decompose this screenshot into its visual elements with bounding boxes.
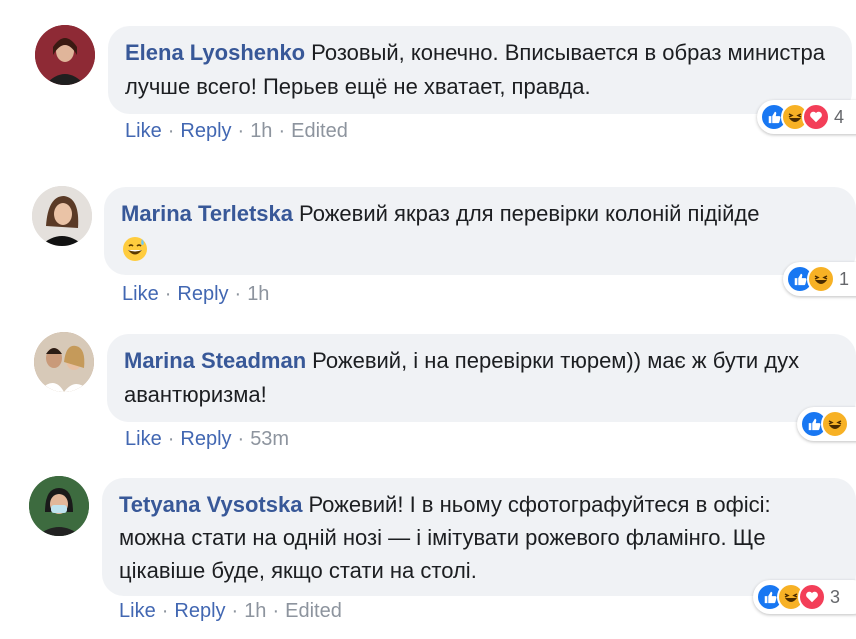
- reactions-summary[interactable]: 4: [757, 100, 856, 134]
- comment-text-block: Elena Lyoshenko Розовый, конечно. Вписыва…: [125, 36, 830, 104]
- comment-time[interactable]: 53m: [250, 428, 289, 450]
- separator: ·: [237, 120, 245, 142]
- haha-reaction-icon: [807, 265, 835, 293]
- comment-actions: Like · Reply · 1h · Edited: [119, 600, 342, 623]
- avatar-photo: [34, 332, 94, 392]
- comment-bubble: Marina Terletska Рожевий якраз для переві…: [104, 187, 856, 275]
- comment-text-block: Marina Steadman Рожевий, і на перевірки т…: [124, 344, 834, 412]
- avatar-photo: [32, 186, 92, 246]
- comment-actions: Like · Reply · 1h · Edited: [125, 120, 348, 143]
- love-reaction-icon: [802, 103, 830, 131]
- comment-bubble: Elena Lyoshenko Розовый, конечно. Вписыва…: [108, 26, 852, 114]
- love-reaction-icon: [798, 583, 826, 611]
- reply-link[interactable]: Reply: [180, 428, 231, 450]
- like-link[interactable]: Like: [125, 120, 162, 142]
- edited-label[interactable]: Edited: [291, 120, 348, 142]
- comment-actions: Like · Reply · 53m: [125, 428, 289, 451]
- separator: ·: [161, 600, 169, 622]
- comment-author[interactable]: Tetyana Vysotska: [119, 492, 302, 517]
- avatar-photo: [29, 476, 89, 536]
- separator: ·: [167, 120, 175, 142]
- reaction-count[interactable]: 4: [834, 107, 844, 128]
- like-link[interactable]: Like: [119, 600, 156, 622]
- reaction-count[interactable]: 3: [830, 587, 840, 608]
- like-link[interactable]: Like: [125, 428, 162, 450]
- comment-author[interactable]: Marina Steadman: [124, 348, 306, 373]
- edited-label[interactable]: Edited: [285, 600, 342, 622]
- comment-bubble: Tetyana Vysotska Рожевий! І в ньому сфото…: [102, 478, 856, 596]
- reactions-summary[interactable]: [797, 407, 856, 441]
- separator: ·: [278, 120, 286, 142]
- haha-reaction-icon: [821, 410, 849, 438]
- comment-author[interactable]: Elena Lyoshenko: [125, 40, 305, 65]
- like-link[interactable]: Like: [122, 283, 159, 305]
- avatar[interactable]: [35, 25, 95, 85]
- comment-text-block: Tetyana Vysotska Рожевий! І в ньому сфото…: [119, 488, 834, 587]
- reactions-summary[interactable]: 1: [783, 262, 856, 296]
- avatar[interactable]: [32, 186, 92, 246]
- comment-actions: Like · Reply · 1h: [122, 283, 269, 306]
- separator: ·: [272, 600, 280, 622]
- comment-text: Рожевий якраз для перевірки колоній піді…: [299, 201, 760, 226]
- reactions-summary[interactable]: 3: [753, 580, 856, 614]
- reply-link[interactable]: Reply: [174, 600, 225, 622]
- avatar[interactable]: [29, 476, 89, 536]
- separator: ·: [234, 283, 242, 305]
- avatar-photo: [35, 25, 95, 85]
- comment-text-block: Marina Terletska Рожевий якраз для переві…: [121, 197, 834, 265]
- reply-link[interactable]: Reply: [180, 120, 231, 142]
- comment-time[interactable]: 1h: [244, 600, 266, 622]
- separator: ·: [164, 283, 172, 305]
- avatar[interactable]: [34, 332, 94, 392]
- reaction-count[interactable]: 1: [839, 269, 849, 290]
- separator: ·: [231, 600, 239, 622]
- comment-author[interactable]: Marina Terletska: [121, 201, 293, 226]
- comment-time[interactable]: 1h: [247, 283, 269, 305]
- grinning-sweat-emoji-icon: [121, 235, 149, 263]
- reply-link[interactable]: Reply: [177, 283, 228, 305]
- comment-bubble: Marina Steadman Рожевий, і на перевірки т…: [107, 334, 856, 422]
- separator: ·: [237, 428, 245, 450]
- comment-time[interactable]: 1h: [250, 120, 272, 142]
- separator: ·: [167, 428, 175, 450]
